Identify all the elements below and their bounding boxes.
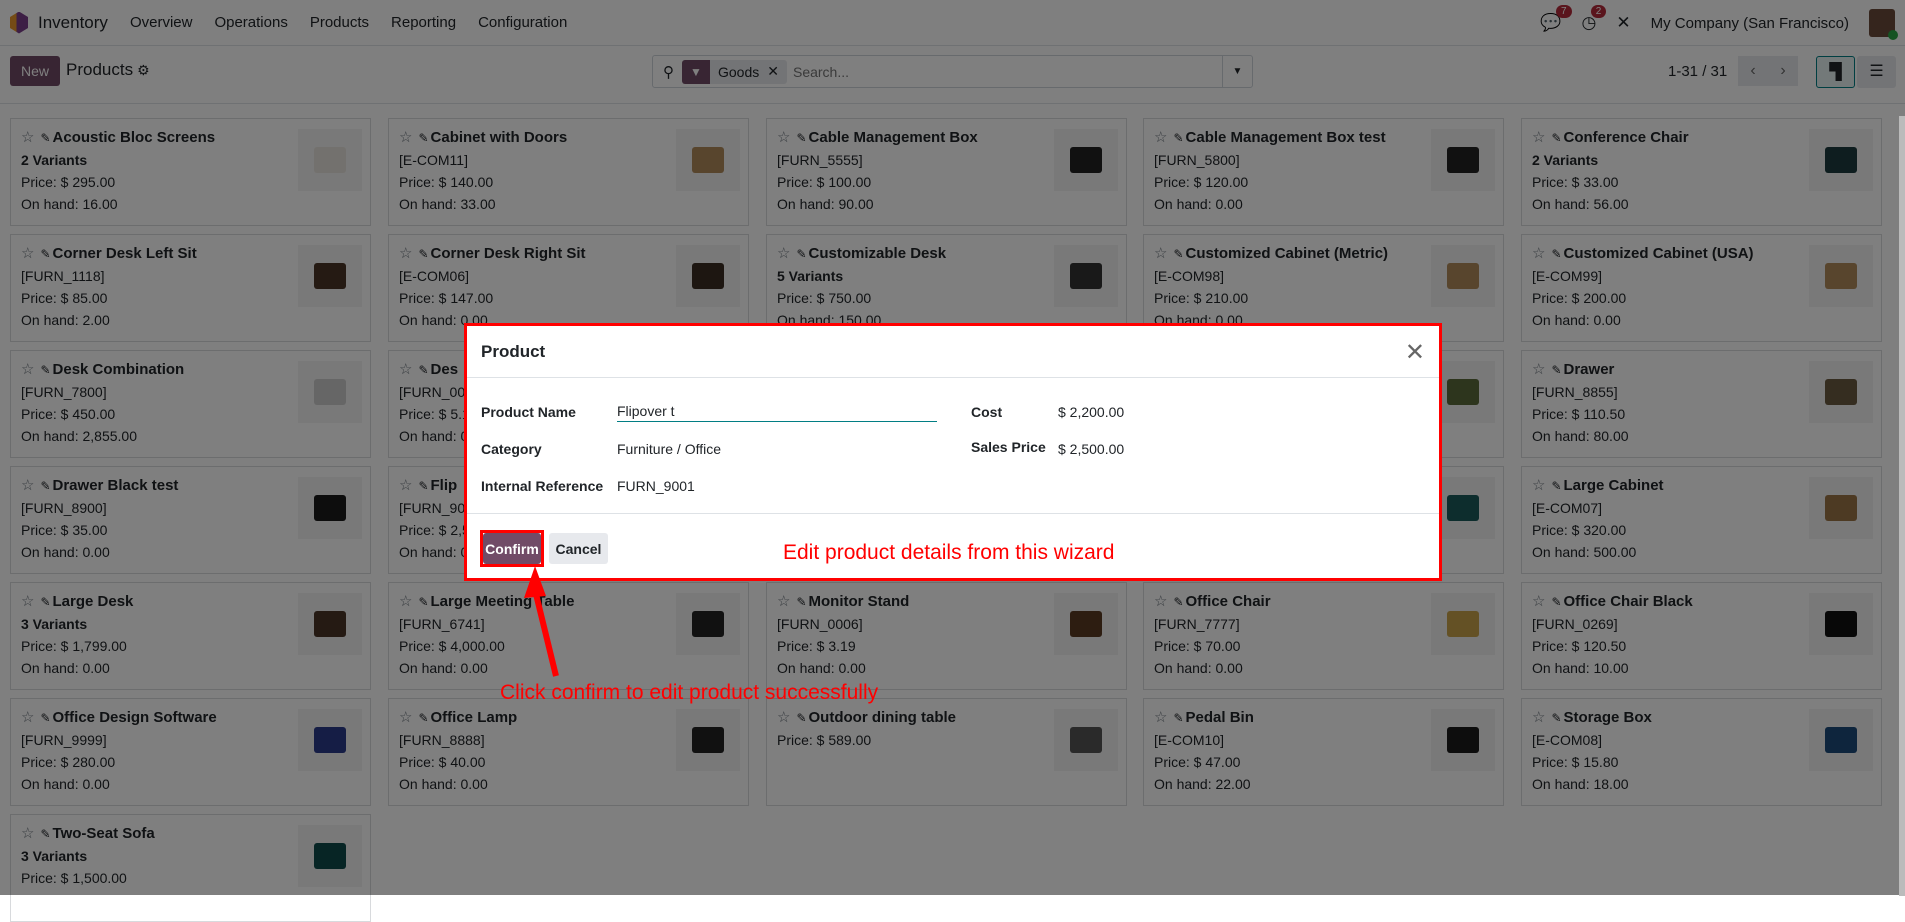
annotation-arrow xyxy=(524,566,559,677)
arrow-shaft xyxy=(532,589,559,677)
confirm-annotation: Click confirm to edit product successful… xyxy=(500,681,879,704)
